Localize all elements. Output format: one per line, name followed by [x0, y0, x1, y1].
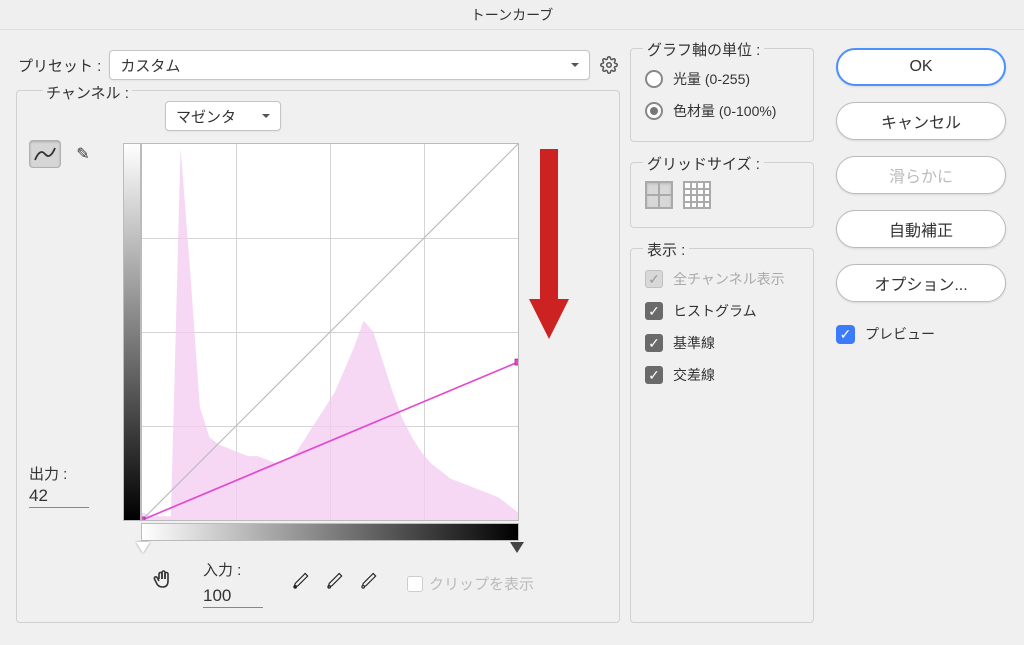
preset-value: カスタム [120, 55, 180, 76]
output-gradient [123, 143, 141, 521]
curve-layer [142, 144, 518, 520]
channel-label: チャンネル : [43, 82, 132, 103]
checkbox-icon: ✓ [645, 302, 663, 320]
annotation-arrow [524, 139, 574, 349]
grid-size-title: グリッドサイズ : [643, 153, 764, 174]
radio-light-label: 光量 (0-255) [673, 69, 750, 89]
check-all-channels: ✓ 全チャンネル表示 [645, 263, 799, 295]
output-label: 出力 : [29, 463, 123, 484]
auto-button[interactable]: 自動補正 [836, 210, 1006, 248]
eyedropper-gray-icon[interactable] [325, 571, 345, 597]
check-histogram[interactable]: ✓ ヒストグラム [645, 295, 799, 327]
input-gradient [141, 523, 519, 541]
check-crossline[interactable]: ✓ 交差線 [645, 359, 799, 391]
preset-label: プリセット : [18, 55, 101, 76]
cancel-button[interactable]: キャンセル [836, 102, 1006, 140]
input-field[interactable]: 100 [203, 584, 263, 608]
eyedropper-black-icon[interactable] [291, 571, 311, 597]
options-button[interactable]: オプション... [836, 264, 1006, 302]
ok-button[interactable]: OK [836, 48, 1006, 86]
preview-label: プレビュー [865, 324, 935, 344]
curve-tool-points[interactable] [29, 140, 61, 168]
window-title: トーンカーブ [471, 5, 553, 25]
check-all-channels-label: 全チャンネル表示 [673, 269, 785, 289]
radio-icon [645, 70, 663, 88]
input-label: 入力 : [203, 559, 263, 580]
eyedropper-white-icon[interactable] [359, 571, 379, 597]
checkbox-icon: ✓ [645, 334, 663, 352]
preview-checkbox[interactable]: ✓ プレビュー [836, 324, 1006, 344]
radio-pigment[interactable]: 色材量 (0-100%) [645, 95, 799, 127]
gear-icon[interactable] [598, 54, 620, 76]
hand-adjust-icon[interactable] [151, 568, 175, 599]
pencil-icon: ✎ [76, 144, 89, 164]
radio-light[interactable]: 光量 (0-255) [645, 63, 799, 95]
checkbox-icon: ✓ [836, 325, 855, 344]
show-clip-checkbox[interactable] [407, 576, 423, 592]
radio-icon [645, 102, 663, 120]
display-title: 表示 : [643, 239, 689, 260]
radio-pigment-label: 色材量 (0-100%) [673, 101, 776, 121]
shadow-slider[interactable] [136, 542, 150, 560]
axis-units-title: グラフ軸の単位 : [643, 39, 764, 60]
check-baseline[interactable]: ✓ 基準線 [645, 327, 799, 359]
display-group: 表示 : ✓ 全チャンネル表示 ✓ ヒストグラム ✓ 基準線 ✓ 交差線 [630, 248, 814, 623]
check-histogram-label: ヒストグラム [673, 301, 757, 321]
smooth-button[interactable]: 滑らかに [836, 156, 1006, 194]
curve-canvas[interactable] [141, 143, 519, 521]
grid-coarse-button[interactable] [645, 181, 673, 209]
show-clip-label: クリップを表示 [429, 573, 534, 594]
highlight-slider[interactable] [510, 542, 524, 560]
output-field[interactable]: 42 [29, 484, 89, 508]
checkbox-icon: ✓ [645, 366, 663, 384]
grid-fine-button[interactable] [683, 181, 711, 209]
titlebar: トーンカーブ [0, 0, 1024, 30]
check-crossline-label: 交差線 [673, 365, 715, 385]
curve-tool-pencil[interactable]: ✎ [67, 140, 99, 168]
checkbox-icon: ✓ [645, 270, 663, 288]
grid-size-group: グリッドサイズ : [630, 162, 814, 228]
axis-units-group: グラフ軸の単位 : 光量 (0-255) 色材量 (0-100%) [630, 48, 814, 142]
channel-select[interactable]: マゼンタ [165, 101, 281, 131]
check-baseline-label: 基準線 [673, 333, 715, 353]
preset-select[interactable]: カスタム [109, 50, 590, 80]
channel-value: マゼンタ [176, 106, 236, 127]
